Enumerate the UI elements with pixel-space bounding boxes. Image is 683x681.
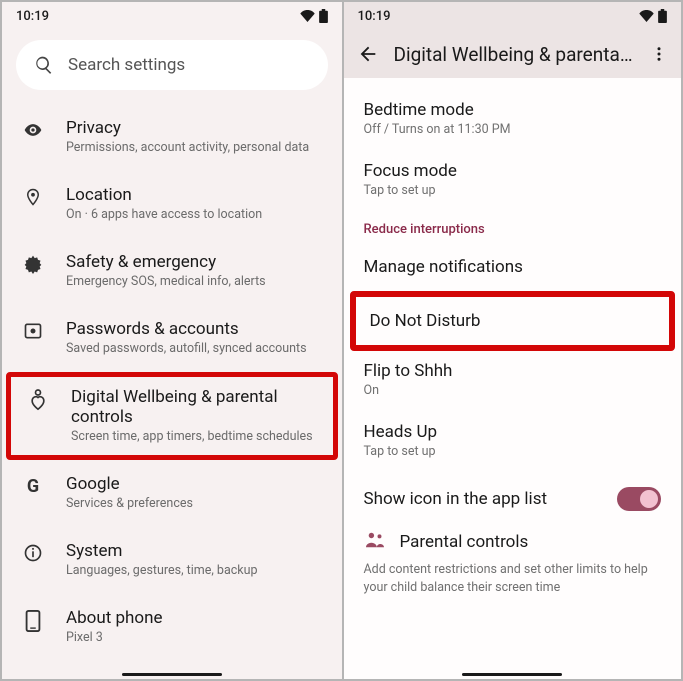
item-title: Passwords & accounts	[66, 319, 324, 339]
status-icons	[300, 9, 328, 23]
settings-item-location[interactable]: Location On · 6 apps have access to loca…	[2, 171, 342, 238]
item-title: Flip to Shhh	[364, 361, 662, 381]
settings-item-passwords[interactable]: Passwords & accounts Saved passwords, au…	[2, 305, 342, 372]
more-vert-icon	[650, 45, 668, 63]
battery-icon	[319, 9, 328, 23]
wifi-icon	[639, 10, 654, 22]
item-sub: Tap to set up	[364, 183, 662, 198]
section-reduce-interruptions: Reduce interruptions	[344, 212, 682, 243]
privacy-icon	[20, 118, 46, 140]
item-sub: On	[364, 383, 662, 398]
key-icon	[20, 319, 46, 341]
item-sub: Permissions, account activity, personal …	[66, 140, 324, 157]
location-icon	[20, 185, 46, 207]
info-icon	[20, 541, 46, 563]
item-show-icon[interactable]: Show icon in the app list	[344, 473, 682, 525]
settings-item-about[interactable]: About phone Pixel 3	[2, 594, 342, 661]
item-title: Bedtime mode	[364, 100, 662, 120]
item-manage-notifications[interactable]: Manage notifications	[344, 243, 682, 291]
item-bedtime-mode[interactable]: Bedtime mode Off / Turns on at 11:30 PM	[344, 90, 682, 151]
appbar: Digital Wellbeing & parental...	[344, 30, 682, 78]
back-button[interactable]	[354, 43, 382, 65]
settings-item-safety[interactable]: Safety & emergency Emergency SOS, medica…	[2, 238, 342, 305]
settings-item-google[interactable]: G Google Services & preferences	[2, 460, 342, 527]
digital-wellbeing-screen: 10:19 Digital Wellbeing & parental... Be…	[342, 2, 682, 679]
settings-list: Privacy Permissions, account activity, p…	[2, 104, 342, 679]
parental-title: Parental controls	[400, 532, 529, 552]
parental-desc: Add content restrictions and set other l…	[364, 561, 662, 596]
appbar-title: Digital Wellbeing & parental...	[394, 43, 636, 66]
nav-handle[interactable]	[462, 673, 562, 676]
item-sub: Off / Turns on at 11:30 PM	[364, 122, 662, 137]
battery-icon	[658, 9, 667, 23]
item-heads-up[interactable]: Heads Up Tap to set up	[344, 412, 682, 473]
item-sub: Pixel 3	[66, 630, 324, 647]
item-title: System	[66, 541, 324, 561]
item-sub: On · 6 apps have access to location	[66, 207, 324, 224]
item-focus-mode[interactable]: Focus mode Tap to set up	[344, 151, 682, 212]
safety-icon	[20, 252, 46, 274]
item-sub: Languages, gestures, time, backup	[66, 563, 324, 580]
status-bar: 10:19	[2, 2, 342, 30]
status-time: 10:19	[358, 9, 391, 24]
item-title: About phone	[66, 608, 324, 628]
item-title: Privacy	[66, 118, 324, 138]
nav-handle[interactable]	[122, 673, 222, 676]
search-icon	[34, 55, 54, 75]
item-title: Google	[66, 474, 324, 494]
highlight-digital-wellbeing: Digital Wellbeing & parental controls Sc…	[6, 372, 338, 461]
settings-main-screen: 10:19 Search settings Privacy Permission…	[2, 2, 342, 679]
status-bar: 10:19	[344, 2, 682, 30]
item-flip-to-shhh[interactable]: Flip to Shhh On	[344, 351, 682, 412]
google-icon: G	[20, 474, 46, 497]
settings-item-privacy[interactable]: Privacy Permissions, account activity, p…	[2, 104, 342, 171]
item-title: Heads Up	[364, 422, 662, 442]
item-title: Digital Wellbeing & parental controls	[71, 387, 319, 427]
item-sub: Emergency SOS, medical info, alerts	[66, 274, 324, 291]
content: Bedtime mode Off / Turns on at 11:30 PM …	[344, 78, 682, 679]
item-do-not-disturb[interactable]: Do Not Disturb	[356, 297, 670, 345]
status-icons	[639, 9, 667, 23]
search-placeholder: Search settings	[68, 55, 185, 75]
wifi-icon	[300, 10, 315, 22]
item-title: Safety & emergency	[66, 252, 324, 272]
item-sub: Tap to set up	[364, 444, 662, 459]
search-settings[interactable]: Search settings	[16, 40, 328, 90]
status-time: 10:19	[16, 9, 49, 24]
back-arrow-icon	[357, 43, 379, 65]
settings-item-digital-wellbeing[interactable]: Digital Wellbeing & parental controls Sc…	[11, 377, 333, 456]
family-icon	[364, 531, 386, 553]
item-sub: Services & preferences	[66, 496, 324, 513]
phone-icon	[20, 608, 46, 632]
item-title: Focus mode	[364, 161, 662, 181]
switch-label: Show icon in the app list	[364, 489, 548, 509]
wellbeing-icon	[25, 387, 51, 411]
settings-item-system[interactable]: System Languages, gestures, time, backup	[2, 527, 342, 594]
item-parental-controls[interactable]: Parental controls Add content restrictio…	[344, 525, 682, 596]
overflow-menu[interactable]	[647, 45, 671, 63]
item-title: Location	[66, 185, 324, 205]
highlight-dnd: Do Not Disturb	[350, 291, 676, 351]
show-icon-switch[interactable]	[617, 487, 661, 511]
item-sub: Screen time, app timers, bedtime schedul…	[71, 429, 319, 446]
item-sub: Saved passwords, autofill, synced accoun…	[66, 341, 324, 358]
